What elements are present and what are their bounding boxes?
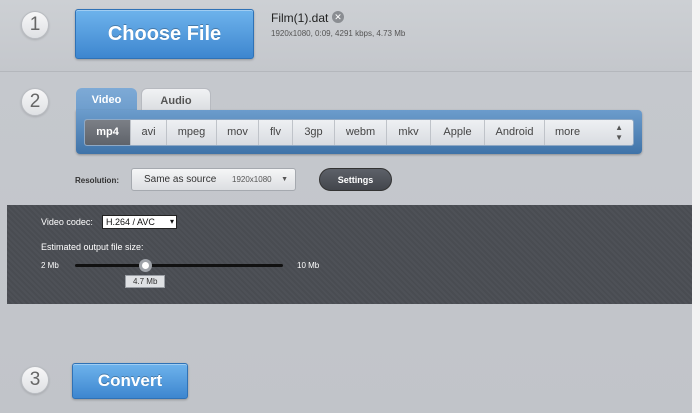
- choose-file-button[interactable]: Choose File: [75, 9, 254, 59]
- chevron-down-icon: ▼: [281, 176, 288, 183]
- format-more-label: more: [555, 126, 581, 138]
- size-min-label: 2 Mb: [41, 261, 59, 270]
- up-down-arrows-icon: ▲ ▼: [615, 123, 623, 142]
- format-panel: mp4 avi mpeg mov flv 3gp webm mkv Apple …: [76, 110, 642, 154]
- convert-button[interactable]: Convert: [72, 363, 188, 399]
- format-mov[interactable]: mov: [217, 120, 259, 145]
- resolution-label: Resolution:: [75, 176, 119, 185]
- video-codec-select[interactable]: H.264 / AVC ▾: [102, 215, 177, 229]
- format-apple[interactable]: Apple: [431, 120, 485, 145]
- step-number-2: 2: [21, 88, 49, 116]
- format-webm[interactable]: webm: [335, 120, 387, 145]
- scrollbar-track[interactable]: [692, 0, 700, 413]
- converter-app: 1 Choose File Film(1).dat ✕ 1920x1080, 0…: [0, 0, 692, 413]
- format-more[interactable]: more ▲ ▼: [545, 120, 633, 145]
- video-codec-value: H.264 / AVC: [106, 217, 155, 227]
- format-mkv[interactable]: mkv: [387, 120, 431, 145]
- format-mp4[interactable]: mp4: [85, 120, 131, 145]
- estimated-size-label: Estimated output file size:: [41, 242, 144, 252]
- settings-button[interactable]: Settings: [319, 168, 392, 191]
- step-number-3: 3: [21, 366, 49, 394]
- resolution-select[interactable]: Same as source 1920x1080 ▼: [131, 168, 296, 191]
- size-slider-track[interactable]: 4.7 Mb: [75, 259, 283, 288]
- step-1-section: 1 Choose File Film(1).dat ✕ 1920x1080, 0…: [0, 0, 692, 72]
- video-codec-label: Video codec:: [41, 217, 93, 227]
- video-settings-panel: Video codec: H.264 / AVC ▾ Estimated out…: [7, 205, 692, 304]
- step-number-1: 1: [21, 11, 49, 39]
- size-max-label: 10 Mb: [297, 261, 320, 270]
- format-avi[interactable]: avi: [131, 120, 167, 145]
- size-slider-handle[interactable]: [139, 259, 153, 272]
- size-value-tooltip: 4.7 Mb: [125, 275, 166, 288]
- remove-file-icon[interactable]: ✕: [332, 11, 344, 23]
- chevron-down-icon: ▾: [169, 217, 174, 226]
- format-mpeg[interactable]: mpeg: [167, 120, 217, 145]
- file-name: Film(1).dat: [271, 11, 329, 25]
- resolution-value: Same as source: [144, 174, 217, 185]
- format-flv[interactable]: flv: [259, 120, 293, 145]
- format-3gp[interactable]: 3gp: [293, 120, 335, 145]
- file-meta: 1920x1080, 0:09, 4291 kbps, 4.73 Mb: [271, 29, 406, 38]
- format-android[interactable]: Android: [485, 120, 545, 145]
- format-bar: mp4 avi mpeg mov flv 3gp webm mkv Apple …: [84, 119, 634, 146]
- resolution-dimensions: 1920x1080: [232, 175, 272, 184]
